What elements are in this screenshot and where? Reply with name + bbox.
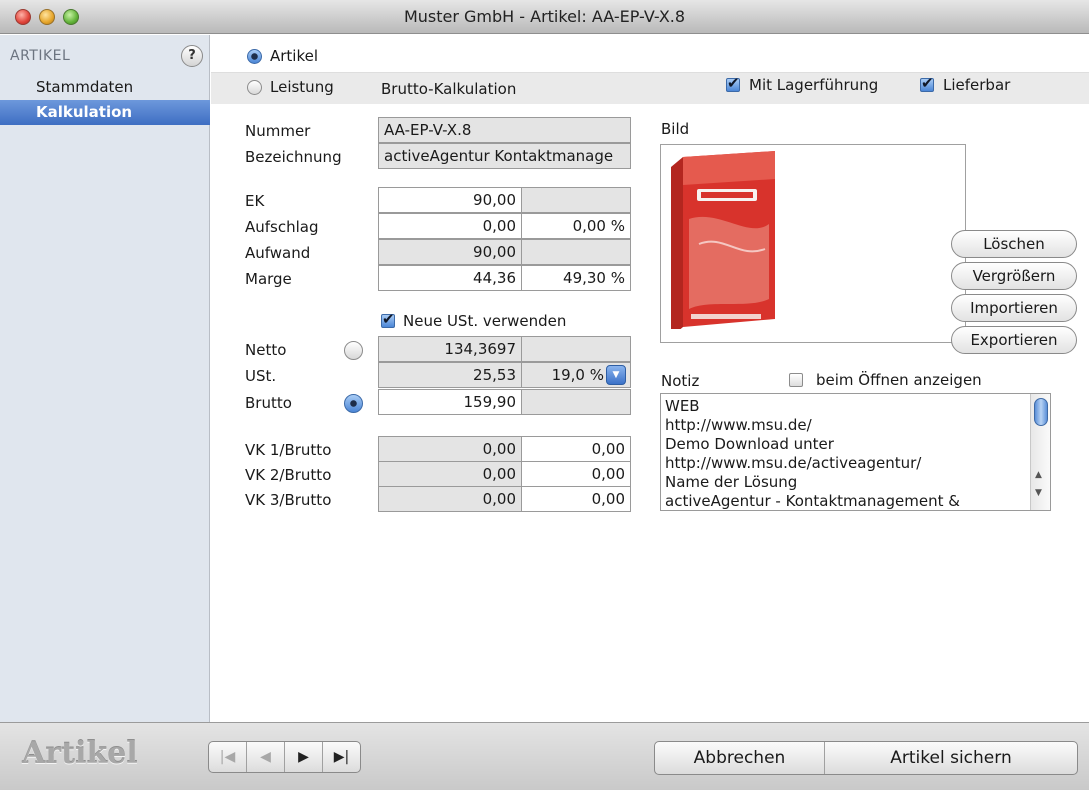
vk2-extra-field[interactable]: 0,00 bbox=[521, 461, 631, 487]
aufwand-field: 90,00 bbox=[378, 239, 522, 265]
ust-rate-dropdown-icon[interactable]: ▼ bbox=[606, 365, 626, 385]
marge-percent-field[interactable]: 49,30 % bbox=[521, 265, 631, 291]
vk3-label: VK 3/Brutto bbox=[245, 491, 332, 509]
calculation-mode-label: Brutto-Kalkulation bbox=[381, 80, 517, 98]
radio-leistung[interactable] bbox=[247, 80, 262, 95]
radio-artikel-label: Artikel bbox=[270, 47, 319, 65]
bezeichnung-label: Bezeichnung bbox=[245, 148, 342, 166]
brutto-radio[interactable] bbox=[344, 394, 363, 413]
exportieren-button[interactable]: Exportieren bbox=[951, 326, 1077, 354]
cancel-button[interactable]: Abbrechen bbox=[655, 742, 825, 774]
first-record-icon[interactable]: |◀ bbox=[209, 742, 247, 772]
radio-leistung-label: Leistung bbox=[270, 78, 334, 96]
bottom-toolbar: Artikel |◀ ◀ ▶ ▶| Abbrechen Artikel sich… bbox=[0, 722, 1089, 790]
lieferbar-label: Lieferbar bbox=[943, 76, 1011, 94]
lieferbar-checkbox[interactable] bbox=[920, 74, 934, 92]
product-box-image bbox=[671, 151, 775, 329]
window-title: Muster GmbH - Artikel: AA-EP-V-X.8 bbox=[403, 7, 686, 26]
previous-record-icon[interactable]: ◀ bbox=[247, 742, 285, 772]
importieren-button[interactable]: Importieren bbox=[951, 294, 1077, 322]
help-icon[interactable]: ? bbox=[181, 45, 203, 67]
aufschlag-label: Aufschlag bbox=[245, 218, 319, 236]
marge-label: Marge bbox=[245, 270, 292, 288]
record-navigation: |◀ ◀ ▶ ▶| bbox=[208, 741, 361, 773]
sidebar-item-stammdaten[interactable]: Stammdaten bbox=[0, 75, 210, 100]
show-on-open-label: beim Öffnen anzeigen bbox=[816, 371, 982, 389]
notiz-label: Notiz bbox=[661, 372, 700, 390]
notiz-line: activeAgentur - Kontaktmanagement & bbox=[665, 492, 960, 510]
ek-extra-field bbox=[521, 187, 631, 213]
notiz-line: Demo Download unter bbox=[665, 435, 834, 453]
aufschlag-field[interactable]: 0,00 bbox=[378, 213, 522, 239]
netto-label: Netto bbox=[245, 341, 287, 359]
notiz-line: WEB bbox=[665, 397, 700, 415]
bezeichnung-field[interactable]: activeAgentur Kontaktmanage bbox=[378, 143, 631, 169]
loeschen-button[interactable]: Löschen bbox=[951, 230, 1077, 258]
main-panel: Artikel Leistung Brutto-Kalkulation Mit … bbox=[211, 35, 1089, 722]
nummer-label: Nummer bbox=[245, 122, 311, 140]
product-image-frame[interactable] bbox=[660, 144, 966, 343]
neue-ust-label: Neue USt. verwenden bbox=[403, 312, 567, 330]
ust-label: USt. bbox=[245, 367, 277, 385]
radio-artikel[interactable] bbox=[247, 49, 262, 64]
sidebar-header: ARTIKEL bbox=[10, 48, 71, 64]
lagerfuehrung-checkbox[interactable] bbox=[726, 74, 740, 92]
vk3-field: 0,00 bbox=[378, 486, 522, 512]
vk2-field: 0,00 bbox=[378, 461, 522, 487]
save-button[interactable]: Artikel sichern bbox=[825, 742, 1077, 774]
ust-rate-value: 19,0 % bbox=[551, 366, 604, 384]
notiz-scroll-thumb[interactable] bbox=[1034, 398, 1048, 426]
action-buttons: Abbrechen Artikel sichern bbox=[654, 741, 1078, 775]
ek-label: EK bbox=[245, 192, 265, 210]
vergroessern-button[interactable]: Vergrößern bbox=[951, 262, 1077, 290]
brutto-label: Brutto bbox=[245, 394, 292, 412]
brutto-extra-field bbox=[521, 389, 631, 415]
vk1-extra-field[interactable]: 0,00 bbox=[521, 436, 631, 462]
ek-field[interactable]: 90,00 bbox=[378, 187, 522, 213]
module-title: Artikel bbox=[22, 736, 138, 771]
show-on-open-checkbox[interactable] bbox=[789, 373, 803, 387]
aufwand-label: Aufwand bbox=[245, 244, 311, 262]
notiz-textarea[interactable]: WEB http://www.msu.de/ Demo Download unt… bbox=[660, 393, 1051, 511]
notiz-line: http://www.msu.de/ bbox=[665, 416, 812, 434]
sidebar-item-kalkulation[interactable]: Kalkulation bbox=[0, 100, 210, 125]
notiz-line: Name der Lösung bbox=[665, 473, 798, 491]
vk1-field: 0,00 bbox=[378, 436, 522, 462]
aufschlag-percent-field[interactable]: 0,00 % bbox=[521, 213, 631, 239]
notiz-scrollbar[interactable]: ▲ ▼ bbox=[1030, 394, 1050, 510]
sidebar: ARTIKEL ? Stammdaten Kalkulation bbox=[0, 35, 210, 722]
ust-field: 25,53 bbox=[378, 362, 522, 388]
scroll-down-icon[interactable]: ▼ bbox=[1035, 488, 1042, 498]
scroll-up-icon[interactable]: ▲ bbox=[1035, 470, 1042, 480]
netto-radio[interactable] bbox=[344, 341, 363, 360]
neue-ust-checkbox[interactable] bbox=[381, 310, 395, 328]
notiz-line: http://www.msu.de/activeagentur/ bbox=[665, 454, 922, 472]
netto-extra-field bbox=[521, 336, 631, 362]
nummer-field[interactable]: AA-EP-V-X.8 bbox=[378, 117, 631, 143]
marge-field[interactable]: 44,36 bbox=[378, 265, 522, 291]
vk3-extra-field[interactable]: 0,00 bbox=[521, 486, 631, 512]
bild-label: Bild bbox=[661, 120, 690, 138]
aufwand-extra-field bbox=[521, 239, 631, 265]
brutto-field[interactable]: 159,90 bbox=[378, 389, 522, 415]
vk1-label: VK 1/Brutto bbox=[245, 441, 332, 459]
netto-field: 134,3697 bbox=[378, 336, 522, 362]
vk2-label: VK 2/Brutto bbox=[245, 466, 332, 484]
window-titlebar: Muster GmbH - Artikel: AA-EP-V-X.8 bbox=[0, 0, 1089, 34]
last-record-icon[interactable]: ▶| bbox=[323, 742, 360, 772]
next-record-icon[interactable]: ▶ bbox=[285, 742, 323, 772]
lagerfuehrung-label: Mit Lagerführung bbox=[749, 76, 879, 94]
